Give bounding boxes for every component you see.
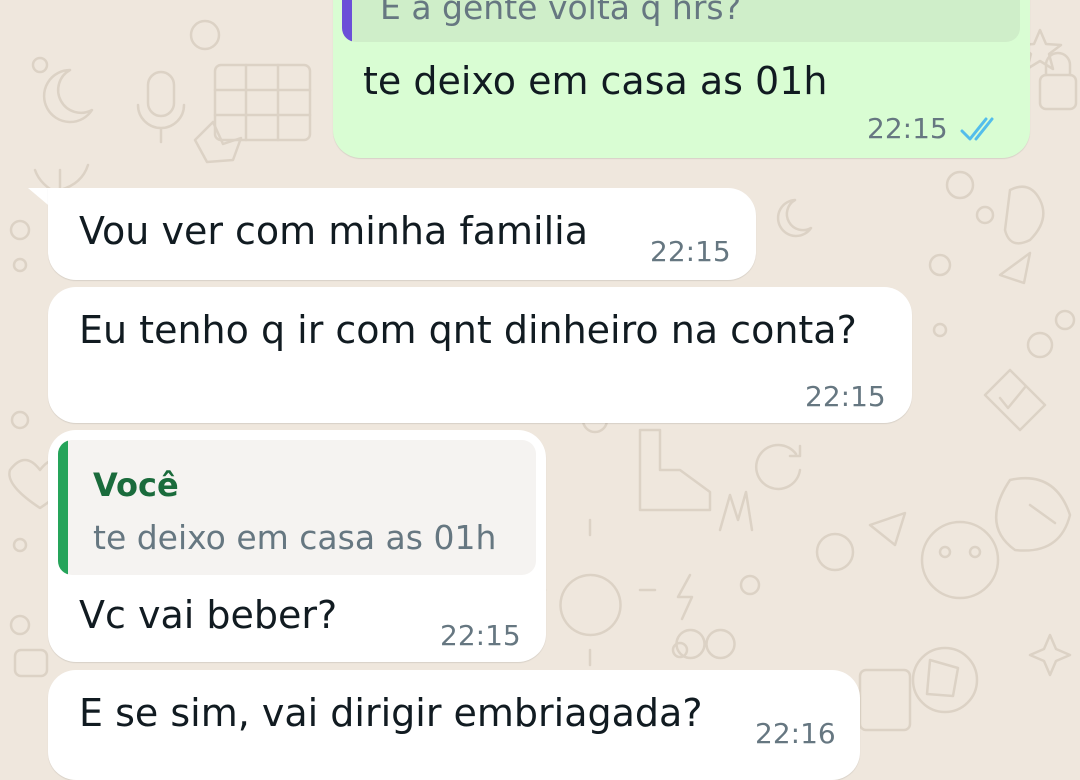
doodle-moon-icon: [776, 198, 813, 238]
doodle-send-icon: [868, 511, 907, 547]
message-text: Vc vai beber?: [79, 593, 338, 637]
doodle-circle-icon: [975, 205, 995, 225]
doodle-circle-icon: [31, 56, 49, 74]
doodle-refresh-icon: [755, 443, 802, 491]
doodle-circle-icon: [10, 410, 30, 430]
doodle-lightning-icon: [676, 573, 694, 621]
reply-quote[interactable]: Você te deixo em casa as 01h: [58, 440, 536, 575]
message-bubble-incoming[interactable]: Eu tenho q ir com qnt dinheiro na conta?…: [48, 287, 912, 423]
message-timestamp: 22:16: [755, 717, 836, 750]
reply-quote-author: Você: [93, 466, 179, 504]
doodle-sun-icon: [528, 518, 657, 667]
doodle-moon-icon: [42, 68, 94, 124]
doodle-circle-icon: [189, 19, 221, 51]
doodle-circle-icon: [928, 253, 952, 277]
message-text: E se sim, vai dirigir embriagada?: [79, 691, 703, 735]
doodle-cat-icon: [193, 120, 243, 164]
doodle-circle-icon: [9, 614, 31, 636]
reply-quote-bar: [58, 440, 68, 575]
reply-quote-text: te deixo em casa as 01h: [93, 518, 497, 557]
doodle-circle-icon: [945, 170, 975, 200]
doodle-circle-icon: [1026, 331, 1054, 359]
double-check-read-icon: [960, 117, 994, 141]
doodle-microphone-icon: [146, 70, 176, 118]
doodle-football-icon: [995, 476, 1072, 552]
doodle-face-icon: [815, 532, 855, 572]
doodle-circle-icon: [1054, 309, 1076, 331]
message-bubble-incoming[interactable]: Você te deixo em casa as 01h Vc vai bebe…: [48, 430, 546, 662]
doodle-circle-icon: [12, 257, 28, 273]
doodle-camera-icon: [13, 648, 49, 678]
doodle-boot-icon: [638, 428, 712, 512]
reply-quote[interactable]: E a gente volta q hrs?: [342, 0, 1020, 42]
message-timestamp: 22:15: [805, 380, 886, 413]
doodle-circle-icon: [9, 219, 31, 241]
message-bubble-incoming[interactable]: E se sim, vai dirigir embriagada? 22:16: [48, 670, 860, 780]
doodle-checkbox-icon: [983, 368, 1047, 432]
doodle-sparkle-icon: [1028, 633, 1072, 677]
message-text: te deixo em casa as 01h: [363, 59, 828, 103]
message-text: Eu tenho q ir com qnt dinheiro na conta?: [79, 308, 857, 352]
message-timestamp: 22:15: [440, 619, 521, 652]
doodle-circle-icon: [12, 537, 28, 553]
doodle-circle-icon: [739, 574, 761, 596]
message-bubble-outgoing[interactable]: E a gente volta q hrs? te deixo em casa …: [333, 0, 1030, 158]
doodle-arrow-icon: [998, 251, 1032, 285]
doodle-tv-icon: [858, 668, 912, 732]
doodle-hand-icon: [1003, 185, 1045, 245]
doodle-grid-icon: [213, 63, 312, 142]
message-timestamp: 22:15: [867, 112, 948, 145]
doodle-circle-icon: [932, 322, 948, 338]
message-timestamp: 22:15: [650, 235, 731, 268]
message-bubble-incoming[interactable]: Vou ver com minha familia 22:15: [48, 188, 756, 280]
doodle-ball-icon: [911, 646, 979, 714]
message-text: Vou ver com minha familia: [79, 209, 589, 253]
reply-quote-bar: [342, 0, 352, 42]
reply-quote-text: E a gente volta q hrs?: [380, 0, 742, 27]
doodle-lock-icon: [1038, 73, 1078, 111]
doodle-turtle-icon: [920, 520, 1000, 600]
doodle-grass-icon: [718, 490, 754, 532]
